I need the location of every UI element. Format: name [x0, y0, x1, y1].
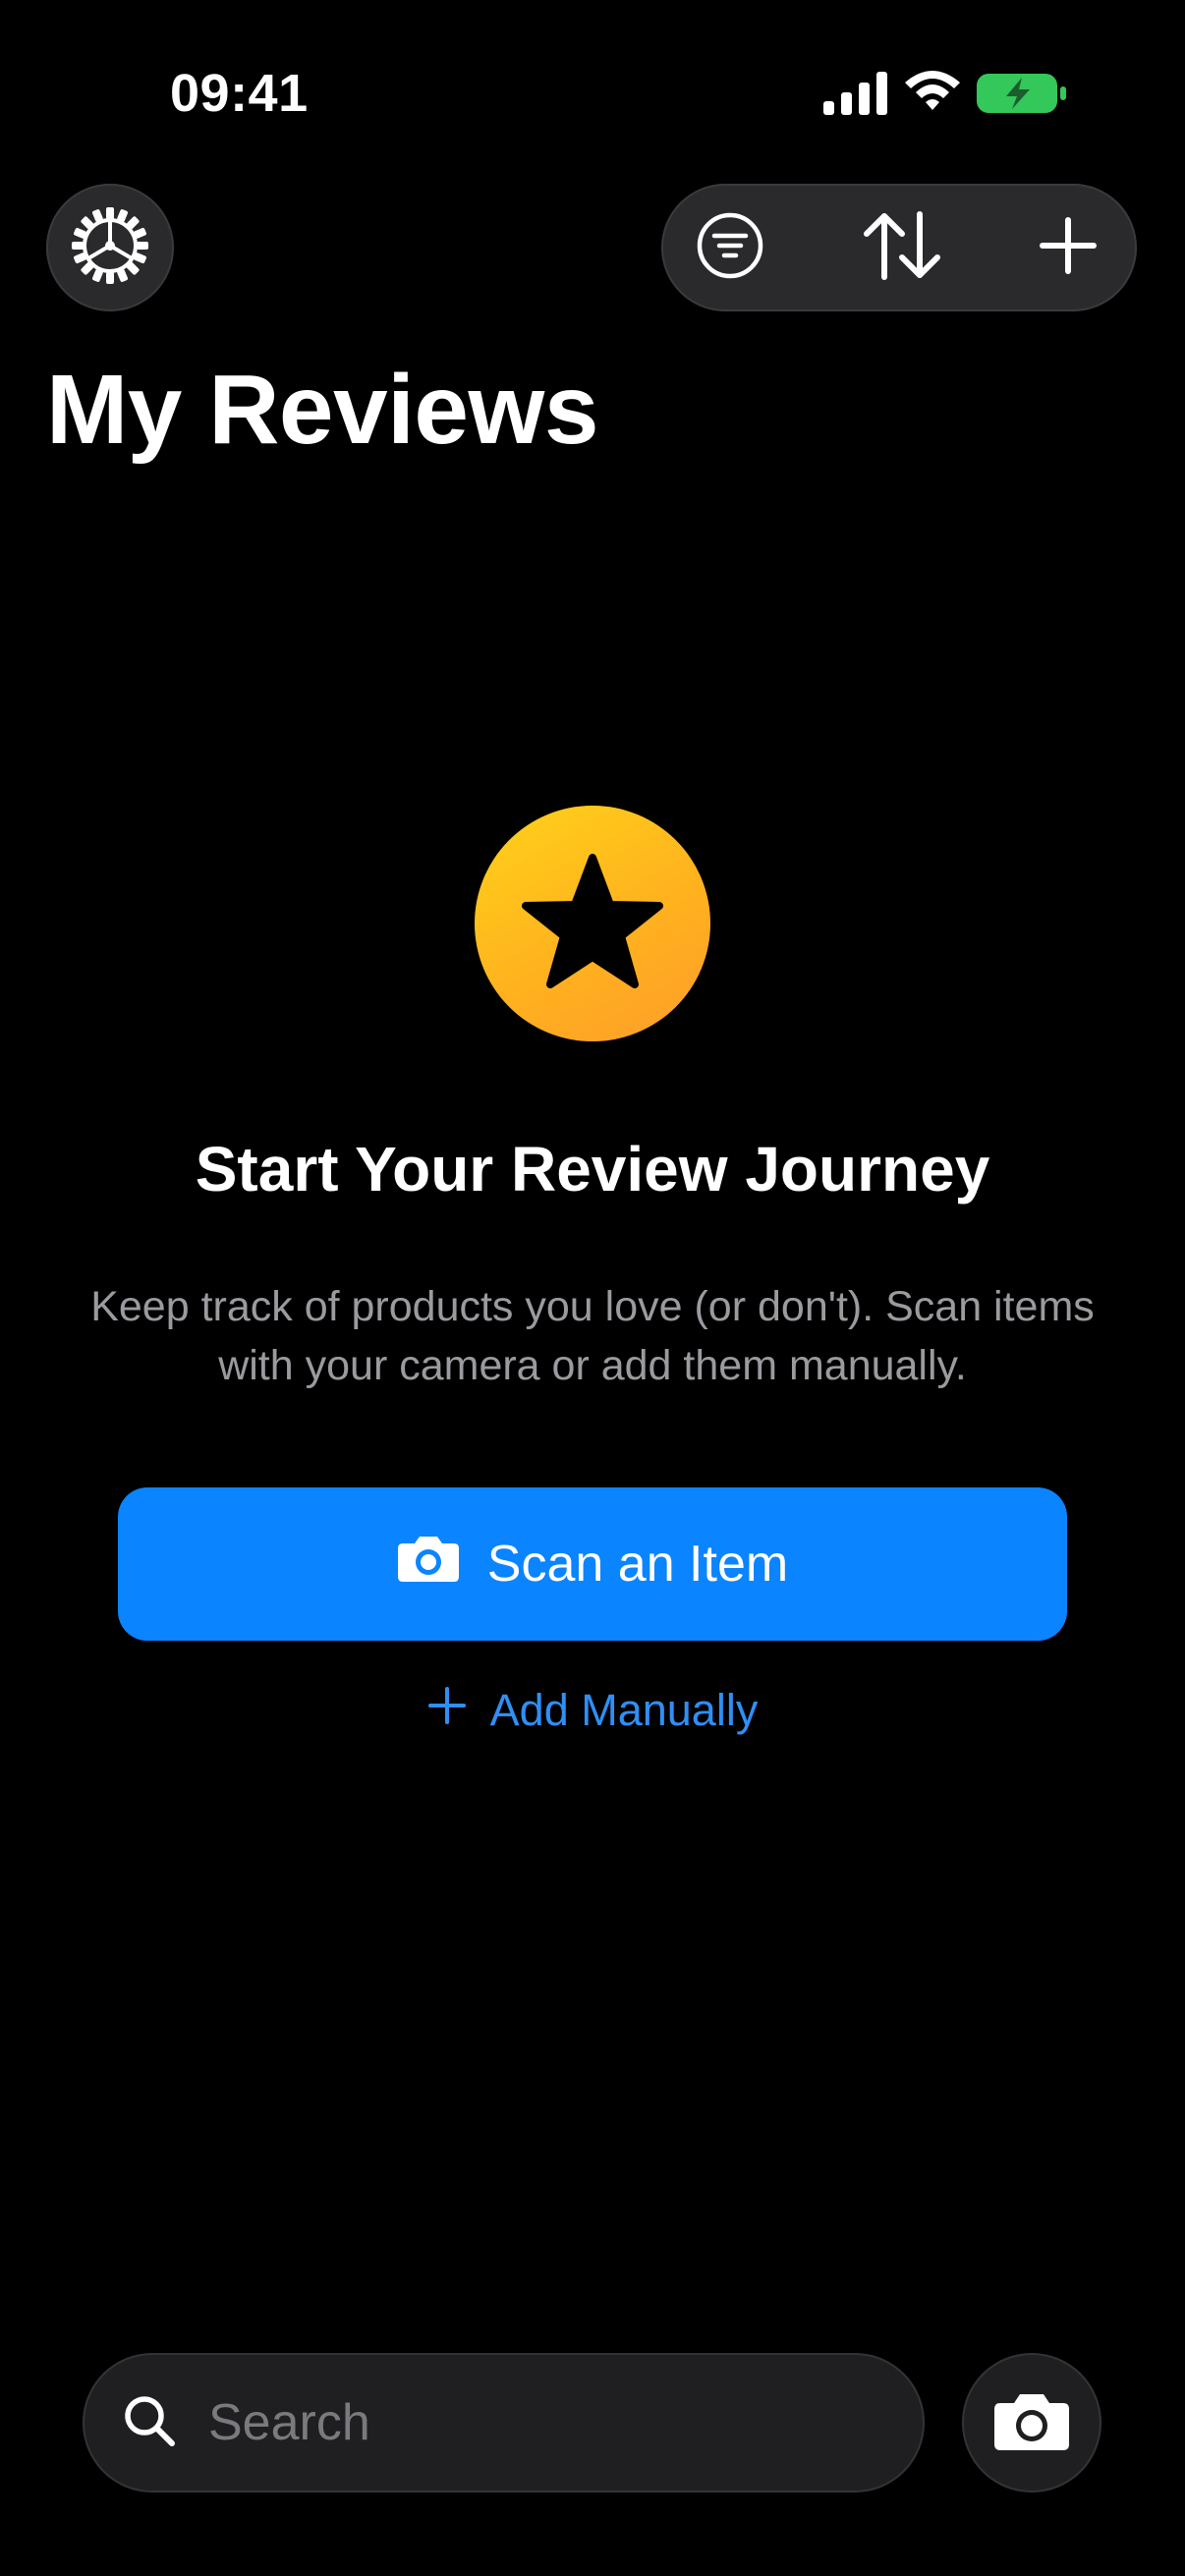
- camera-icon: [992, 2390, 1071, 2456]
- scan-item-label: Scan an Item: [486, 1536, 789, 1593]
- star-icon: [519, 850, 666, 997]
- battery-charging-icon: [977, 72, 1067, 120]
- toolbar-group: [661, 184, 1137, 311]
- plus-icon: [427, 1685, 467, 1736]
- scan-item-button[interactable]: Scan an Item: [118, 1487, 1067, 1641]
- camera-icon: [397, 1534, 460, 1596]
- status-time: 09:41: [170, 64, 309, 123]
- gear-icon: [72, 206, 148, 289]
- star-badge: [475, 806, 710, 1041]
- camera-scan-button[interactable]: [962, 2353, 1101, 2492]
- search-icon: [122, 2393, 177, 2453]
- empty-state-title: Start Your Review Journey: [195, 1134, 990, 1204]
- plus-icon: [1039, 216, 1098, 280]
- search-input[interactable]: [206, 2392, 898, 2453]
- add-button[interactable]: [1009, 184, 1127, 311]
- page-title: My Reviews: [46, 355, 598, 465]
- sort-button[interactable]: [843, 184, 961, 311]
- settings-button[interactable]: [46, 184, 174, 311]
- filter-button[interactable]: [671, 184, 789, 311]
- empty-state-description: Keep track of products you love (or don'…: [90, 1283, 1095, 1389]
- add-manually-link[interactable]: Add Manually: [0, 1685, 1185, 1736]
- add-manually-label: Add Manually: [489, 1685, 759, 1735]
- wifi-icon: [902, 71, 963, 121]
- search-bar: [83, 2353, 925, 2492]
- cellular-signal-icon: [823, 72, 888, 120]
- sort-icon: [863, 210, 941, 286]
- status-icons: [823, 71, 1067, 121]
- filter-icon: [696, 211, 764, 285]
